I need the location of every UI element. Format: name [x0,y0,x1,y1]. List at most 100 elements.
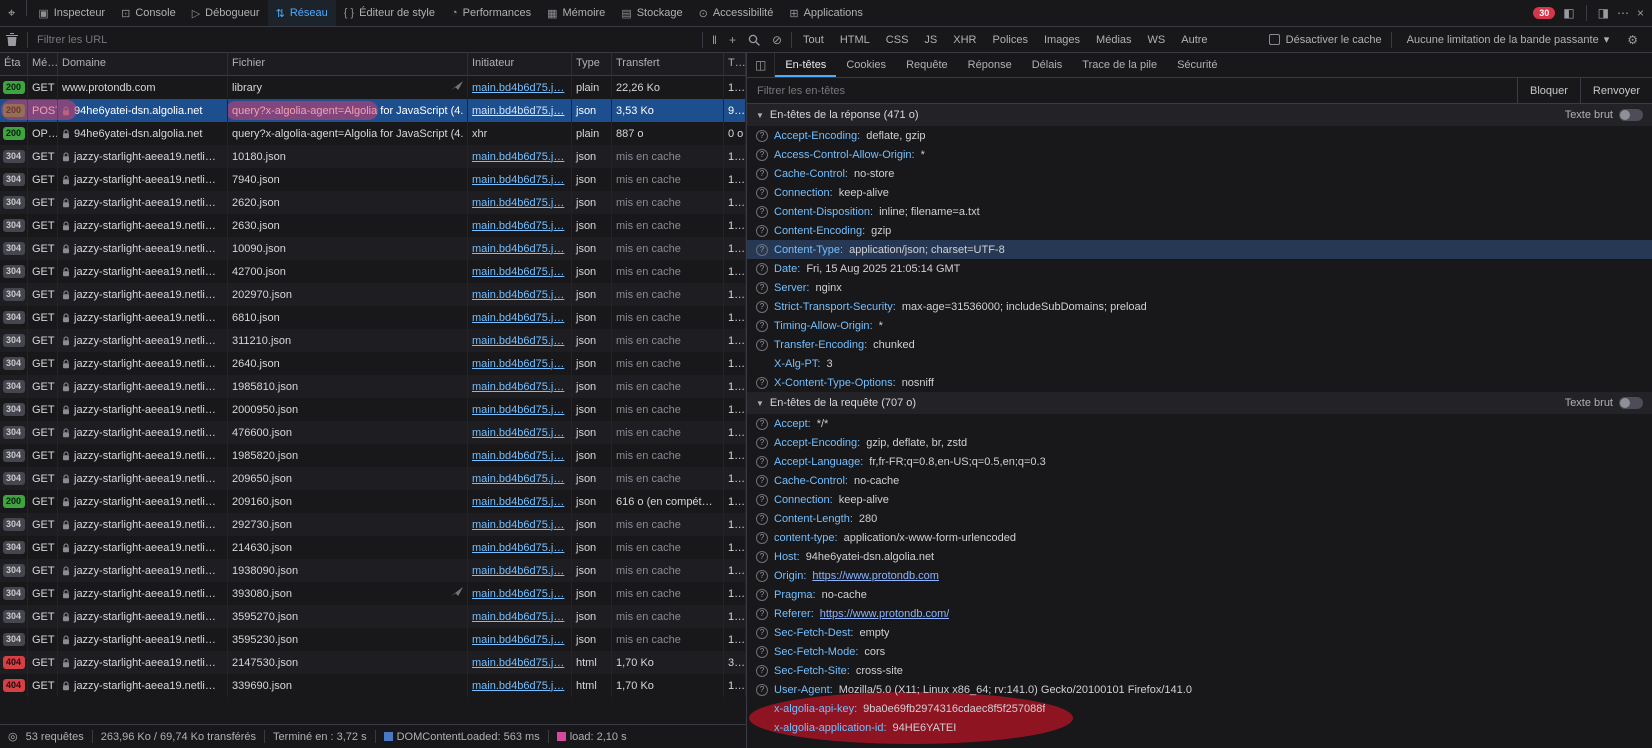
filter-tab-xhr[interactable]: XHR [945,27,984,52]
response-headers-section[interactable]: ▼ En-têtes de la réponse (471 o) Texte b… [747,104,1652,126]
meatball-menu-icon[interactable]: ⋯ [1617,6,1629,20]
tool-tab-network[interactable]: ⇅Réseau [268,0,336,26]
performance-analysis-icon[interactable]: ◎ [8,730,18,743]
column-header-1[interactable]: Mé… [28,53,58,75]
help-icon[interactable]: ? [756,437,768,449]
tool-tab-memory[interactable]: ▦Mémoire [539,0,613,26]
help-icon[interactable]: ? [756,684,768,696]
initiator-cell[interactable]: main.bd4b6d75.j… [468,398,572,421]
initiator-cell[interactable]: main.bd4b6d75.j… [468,421,572,444]
header-row[interactable]: ?Cache-Controlno-store [747,164,1652,183]
help-icon[interactable]: ? [756,301,768,313]
network-request-row[interactable]: 304GETjazzy-starlight-aeea19.netli…35952… [0,628,746,651]
initiator-cell[interactable]: main.bd4b6d75.j… [468,237,572,260]
network-request-row[interactable]: 200GETjazzy-starlight-aeea19.netli…20916… [0,490,746,513]
details-tab-4[interactable]: Délais [1022,53,1073,77]
dock-side-icon[interactable]: ◨ [1598,6,1609,20]
details-tab-5[interactable]: Trace de la pile [1072,53,1167,77]
initiator-cell[interactable]: main.bd4b6d75.j… [468,582,572,605]
filter-tab-polices[interactable]: Polices [985,27,1036,52]
throttling-dropdown[interactable]: Aucune limitation de la bande passante ▾ [1401,31,1616,48]
filter-tab-tout[interactable]: Tout [795,27,832,52]
initiator-cell[interactable]: main.bd4b6d75.j… [468,306,572,329]
initiator-cell[interactable]: main.bd4b6d75.j… [468,283,572,306]
help-icon[interactable]: ? [756,130,768,142]
network-request-row[interactable]: 404GETjazzy-starlight-aeea19.netli…33969… [0,674,746,697]
clear-requests-icon[interactable] [0,33,24,46]
header-row[interactable]: ?Access-Control-Allow-Origin* [747,145,1652,164]
header-row[interactable]: ?Originhttps://www.protondb.com [747,566,1652,585]
header-row[interactable]: ?Sec-Fetch-Destempty [747,623,1652,642]
network-request-row[interactable]: 304GETjazzy-starlight-aeea19.netli…42700… [0,260,746,283]
initiator-cell[interactable]: main.bd4b6d75.j… [468,605,572,628]
column-header-5[interactable]: Type [572,53,612,75]
filter-tab-images[interactable]: Images [1036,27,1088,52]
header-row[interactable]: ?Connectionkeep-alive [747,490,1652,509]
pause-traffic-icon[interactable]: ‖ [706,33,723,47]
details-tab-0[interactable]: En-têtes [775,53,836,77]
header-row[interactable]: ?User-AgentMozilla/5.0 (X11; Linux x86_6… [747,680,1652,699]
raw-toggle-switch[interactable] [1619,109,1643,121]
help-icon[interactable]: ? [756,149,768,161]
header-row[interactable]: x-algolia-application-id94HE6YATEI [747,718,1652,737]
header-value[interactable]: https://www.protondb.com/ [820,608,950,620]
header-row[interactable]: ?Host94he6yatei-dsn.algolia.net [747,547,1652,566]
block-requests-icon[interactable]: ⊘ [766,33,788,47]
header-row[interactable]: ?Sec-Fetch-Sitecross-site [747,661,1652,680]
initiator-cell[interactable]: main.bd4b6d75.j… [468,536,572,559]
header-row[interactable]: ?Servernginx [747,278,1652,297]
network-request-row[interactable]: 304GETjazzy-starlight-aeea19.netli…19380… [0,559,746,582]
help-icon[interactable]: ? [756,608,768,620]
network-request-row[interactable]: 304GETjazzy-starlight-aeea19.netli…29273… [0,513,746,536]
tool-tab-accessibility[interactable]: ⊙Accessibilité [691,0,782,26]
network-settings-gear-icon[interactable]: ⚙ [1621,33,1644,47]
tool-tab-style-editor[interactable]: { }Éditeur de style [336,0,443,26]
network-request-row[interactable]: 304GETjazzy-starlight-aeea19.netli…10180… [0,145,746,168]
help-icon[interactable]: ? [756,646,768,658]
initiator-cell[interactable]: main.bd4b6d75.j… [468,352,572,375]
tool-tab-inspector[interactable]: ▣Inspecteur [30,0,113,26]
initiator-cell[interactable]: main.bd4b6d75.j… [468,99,572,122]
network-request-row[interactable]: 200OP…94he6yatei-dsn.algolia.netquery?x-… [0,122,746,145]
resend-button[interactable]: Renvoyer [1580,78,1652,103]
filter-tab-css[interactable]: CSS [878,27,917,52]
help-icon[interactable]: ? [756,377,768,389]
help-icon[interactable]: ? [756,627,768,639]
network-request-row[interactable]: 304GETjazzy-starlight-aeea19.netli…20965… [0,467,746,490]
tool-tab-console[interactable]: ⊡Console [113,0,184,26]
network-request-row[interactable]: 304GETjazzy-starlight-aeea19.netli…19858… [0,375,746,398]
header-row[interactable]: ?Cache-Controlno-cache [747,471,1652,490]
network-request-row[interactable]: 304GETjazzy-starlight-aeea19.netli…47660… [0,421,746,444]
help-icon[interactable]: ? [756,475,768,487]
details-tab-3[interactable]: Réponse [958,53,1022,77]
network-request-row[interactable]: 200POST94he6yatei-dsn.algolia.netquery?x… [0,99,746,122]
initiator-cell[interactable]: main.bd4b6d75.j… [468,329,572,352]
filter-tab-js[interactable]: JS [916,27,945,52]
header-row[interactable]: ?Refererhttps://www.protondb.com/ [747,604,1652,623]
help-icon[interactable]: ? [756,225,768,237]
tool-tab-storage[interactable]: ▤Stockage [613,0,690,26]
split-pane-icon[interactable]: ◫ [747,53,775,77]
help-icon[interactable]: ? [756,665,768,677]
details-tab-2[interactable]: Requête [896,53,958,77]
header-row[interactable]: ?Connectionkeep-alive [747,183,1652,202]
request-headers-section[interactable]: ▼ En-têtes de la requête (707 o) Texte b… [747,392,1652,414]
help-icon[interactable]: ? [756,244,768,256]
filter-tab-autre[interactable]: Autre [1173,27,1215,52]
responsive-mode-icon[interactable]: ◧ [1563,6,1574,20]
column-header-4[interactable]: Initiateur [468,53,572,75]
initiator-cell[interactable]: main.bd4b6d75.j… [468,214,572,237]
network-request-row[interactable]: 304GETjazzy-starlight-aeea19.netli…39308… [0,582,746,605]
initiator-cell[interactable]: main.bd4b6d75.j… [468,628,572,651]
tool-tab-performance[interactable]: ◔Performances [443,0,539,26]
tool-tab-applications[interactable]: ⊞Applications [781,0,871,26]
initiator-cell[interactable]: main.bd4b6d75.j… [468,674,572,697]
initiator-cell[interactable]: main.bd4b6d75.j… [468,513,572,536]
initiator-cell[interactable]: main.bd4b6d75.j… [468,375,572,398]
network-request-row[interactable]: 304GETjazzy-starlight-aeea19.netli…2620.… [0,191,746,214]
header-row[interactable]: X-Alg-PT3 [747,354,1652,373]
header-value[interactable]: https://www.protondb.com [812,570,939,582]
help-icon[interactable]: ? [756,263,768,275]
header-row[interactable]: ?Transfer-Encodingchunked [747,335,1652,354]
url-filter-input[interactable] [37,34,699,46]
